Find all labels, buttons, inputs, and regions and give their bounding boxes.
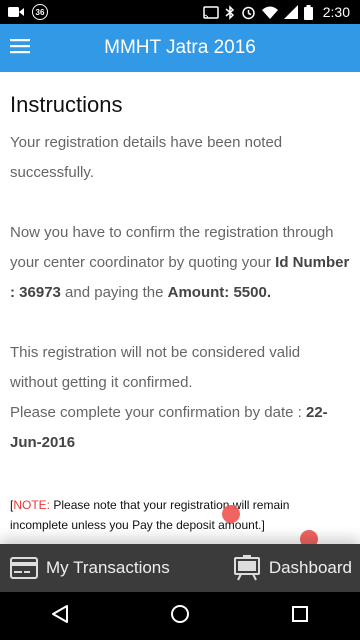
status-time: 2:30 [322, 4, 350, 20]
dashboard-label: Dashboard [268, 558, 352, 577]
app-bar: MMHT Jatra 2016 [0, 24, 360, 72]
confirm-by-date-text: Please complete your confirmation by dat… [10, 398, 350, 458]
credit-card-icon [10, 557, 38, 579]
cast-icon [203, 4, 219, 20]
back-triangle-icon [51, 604, 69, 629]
wifi-icon [261, 4, 278, 20]
system-nav-bar [0, 592, 360, 640]
hamburger-menu-icon [10, 38, 30, 59]
my-transactions-button[interactable]: My Transactions [0, 544, 170, 592]
amount-label: Amount: 5500. [167, 284, 271, 301]
note-body: Please note that your registration will … [10, 498, 290, 532]
app-title: MMHT Jatra 2016 [104, 37, 256, 58]
registration-noted-text: Your registration details have been note… [10, 134, 283, 181]
note-text: [NOTE: Please note that your registratio… [10, 495, 350, 535]
bluetooth-icon [225, 4, 235, 20]
recents-button[interactable] [270, 592, 330, 640]
home-button[interactable] [150, 592, 210, 640]
instructions-panel: Instructions Your registration details h… [0, 72, 360, 548]
signal-icon [283, 4, 298, 20]
touch-indicator [222, 505, 240, 523]
video-camera-icon [8, 4, 24, 20]
display-board-icon [233, 554, 261, 582]
status-bar: 36 2:30 [0, 0, 360, 24]
back-button[interactable] [30, 592, 90, 640]
recents-square-icon [291, 605, 309, 628]
home-circle-icon [170, 604, 190, 629]
page-title: Instructions [10, 92, 123, 117]
note-label: NOTE: [13, 498, 51, 512]
bottom-tab-bar: My Transactions Dashboard [0, 544, 360, 592]
battery-icon [303, 4, 313, 20]
menu-button[interactable] [0, 24, 40, 72]
confirm-registration-text: Now you have to confirm the registration… [10, 218, 350, 308]
notification-badge-icon: 36 [32, 4, 48, 20]
confirm-text-part2: and paying the [60, 284, 168, 301]
alarm-icon [241, 4, 256, 20]
not-valid-text: This registration will not be considered… [10, 344, 301, 391]
confirm-by-date-prefix: Please complete your confirmation by dat… [10, 404, 306, 421]
my-transactions-label: My Transactions [46, 558, 170, 577]
dashboard-button[interactable]: Dashboard [233, 544, 360, 592]
